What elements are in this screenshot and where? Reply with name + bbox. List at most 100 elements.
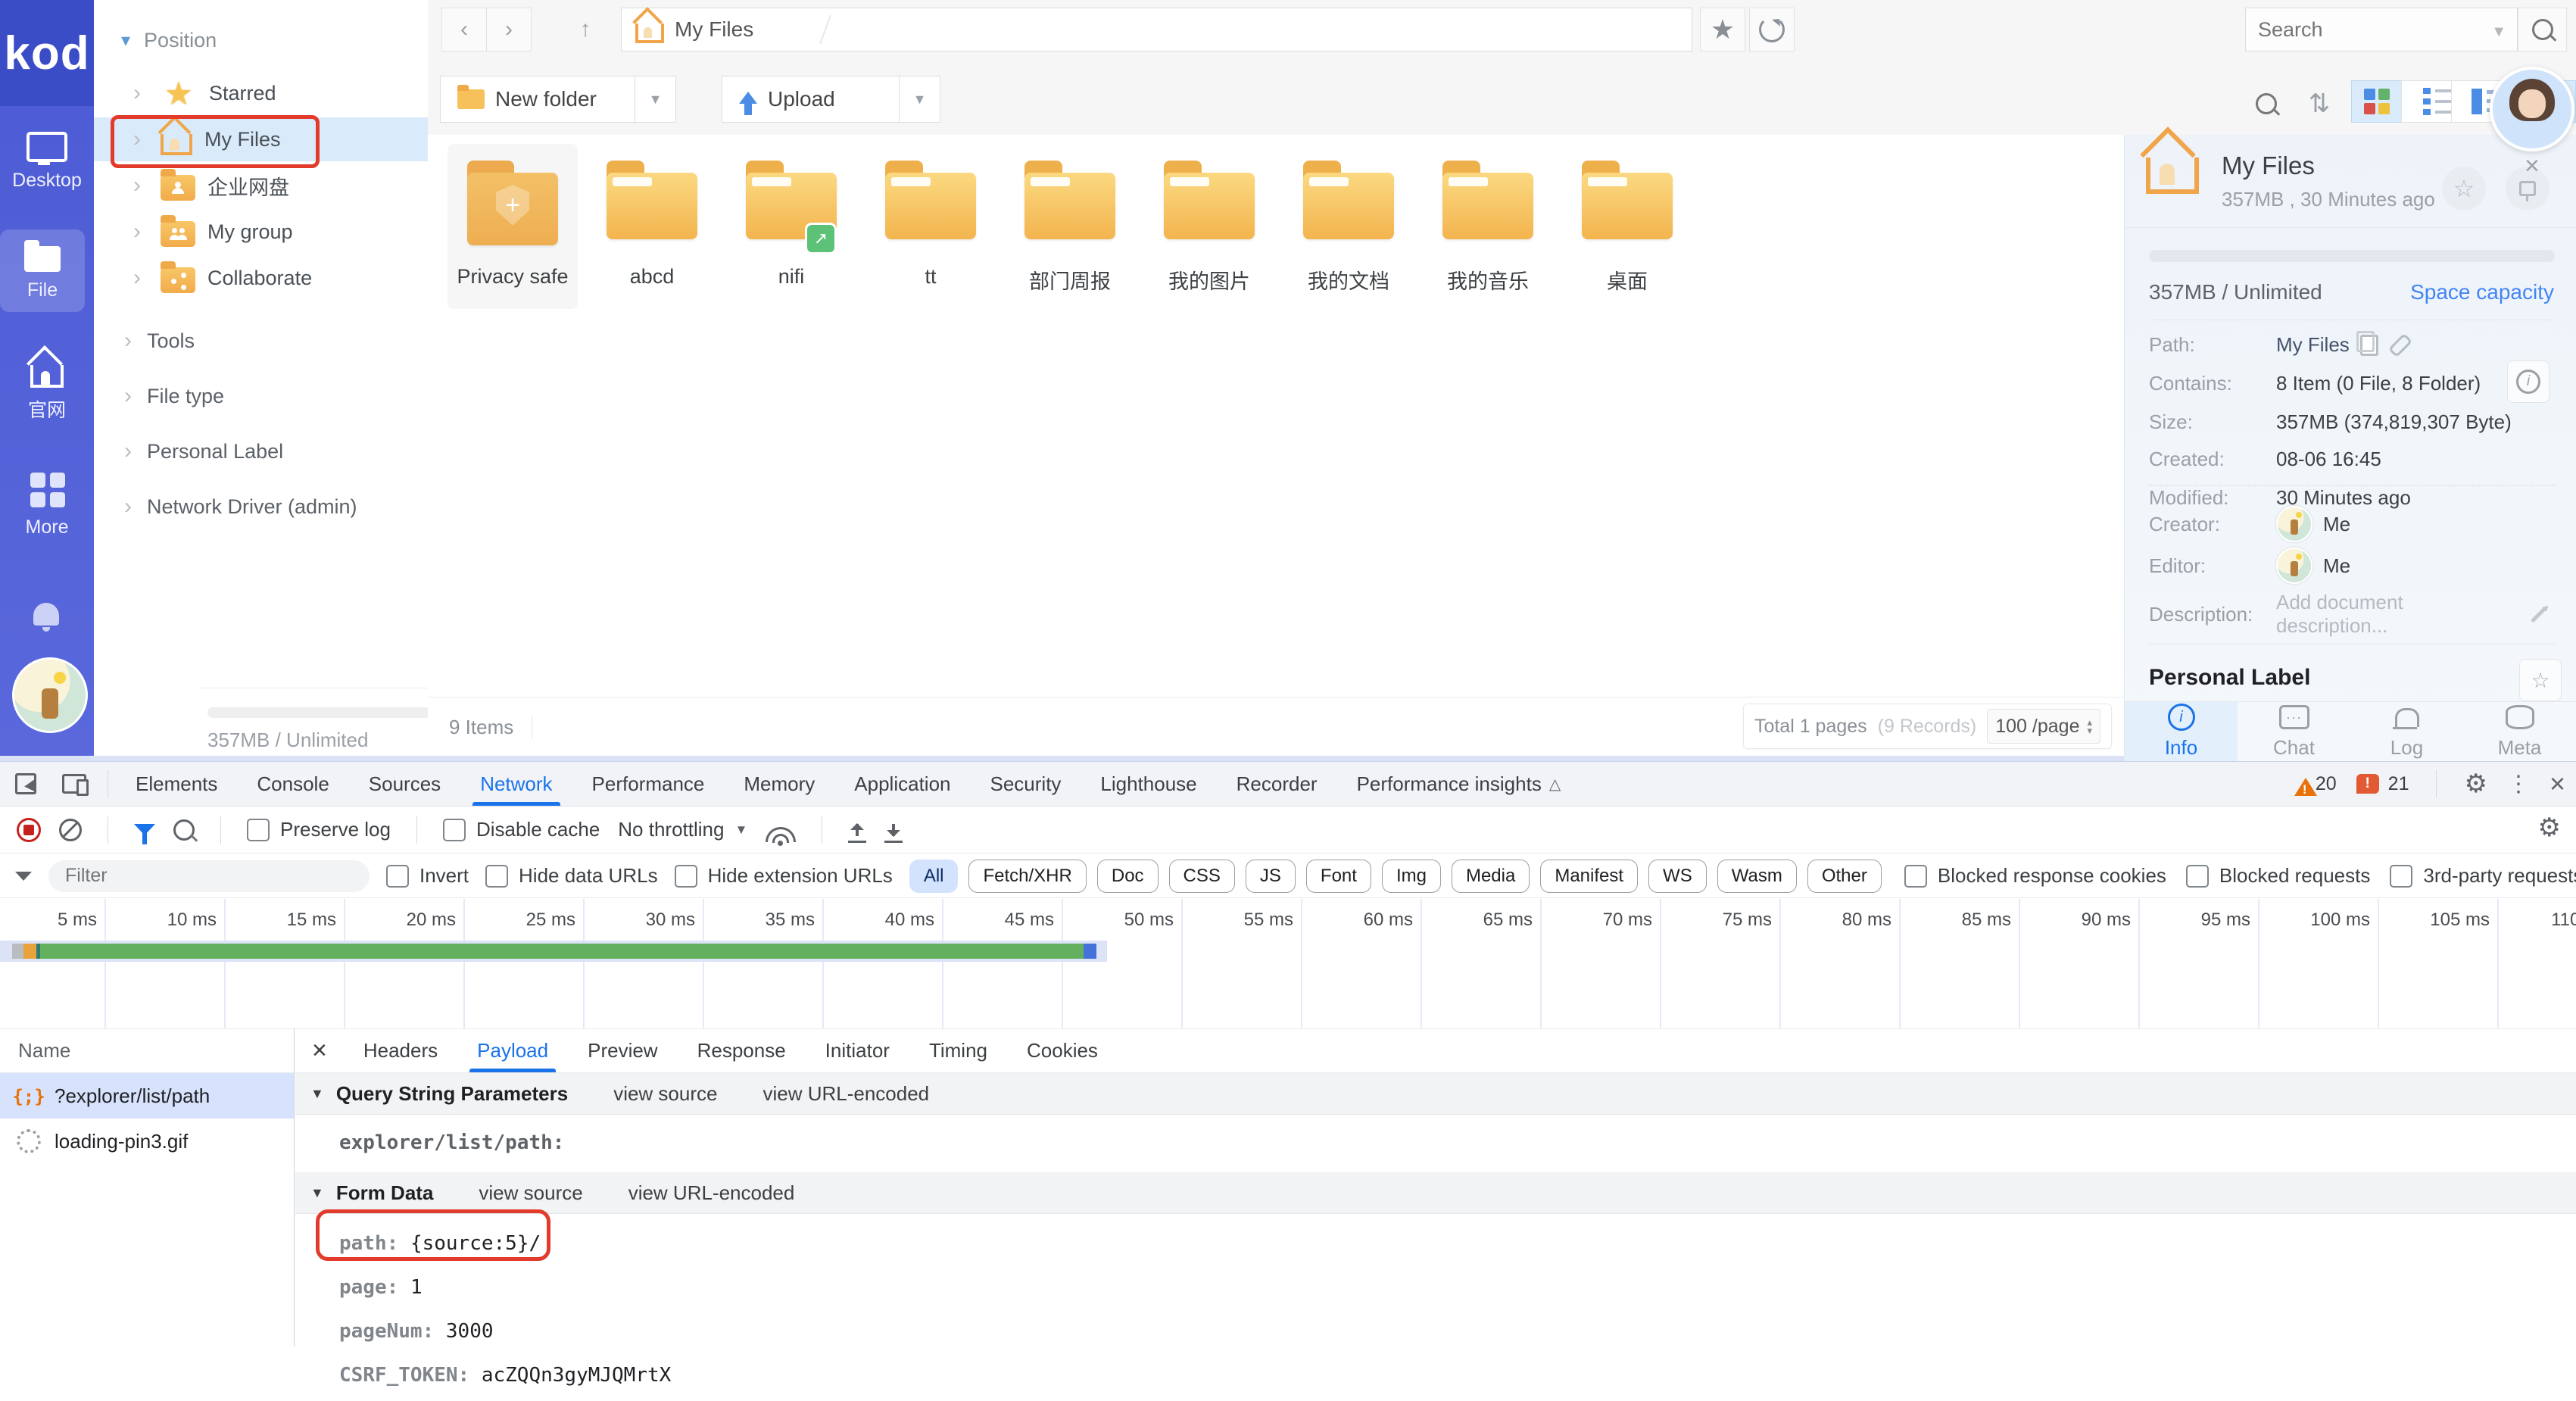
panel-tab[interactable]: Log [2350,702,2463,762]
rail-item[interactable]: More [0,460,94,549]
assistant-avatar[interactable] [2490,67,2574,151]
filter-chip[interactable]: Font [1306,860,1371,893]
devtools-tab[interactable]: Lighthouse△ [1081,762,1216,806]
new-folder-button[interactable]: New folder [440,76,635,123]
network-conditions-icon[interactable] [766,827,796,842]
devtools-tab[interactable]: Performance insights△ [1337,762,1581,806]
space-capacity-link[interactable]: Space capacity [2410,280,2554,304]
tree-header[interactable]: ▾ Position [121,29,217,52]
devtools-tab[interactable]: Initiator△ [806,1028,909,1072]
filter-chip[interactable]: Media [1452,860,1530,893]
device-toolbar-icon[interactable] [62,774,86,794]
tree-item[interactable]: › Collaborate [94,256,428,300]
devtools-tab[interactable]: Recorder△ [1217,762,1337,806]
devtools-tab[interactable]: Application△ [834,762,970,806]
search-field[interactable]: ▼ [2245,8,2518,51]
tree-section[interactable]: › File type [94,373,428,419]
request-row[interactable]: ?explorer/list/path [0,1073,294,1119]
folder-tile[interactable]: + ↗ 我的文档 [1283,144,1414,309]
edit-pencil-icon[interactable] [2531,606,2547,622]
panel-tab[interactable]: Meta [2463,702,2576,762]
view-list-button[interactable] [2401,80,2452,123]
breadcrumb[interactable]: My Files [621,8,1692,51]
chevron-right-icon[interactable]: › [133,80,148,106]
more-menu-icon[interactable]: ⋮ [2507,771,2530,797]
tree-item[interactable]: › My Files [94,117,428,161]
name-column-header[interactable]: Name [0,1028,294,1073]
collapse-caret-icon[interactable]: ▼ [310,1185,324,1201]
view-grid-button[interactable] [2351,80,2402,123]
filter-chip[interactable]: Manifest [1540,860,1638,893]
devtools-tab[interactable]: Cookies△ [1007,1028,1118,1072]
notification-bell-icon[interactable] [33,603,59,626]
panel-tab[interactable]: i Info [2125,702,2238,762]
devtools-tab[interactable]: Security△ [971,762,1081,806]
devtools-tab[interactable]: Memory△ [724,762,834,806]
forward-button[interactable]: › [486,8,532,51]
zoom-icon[interactable] [2245,85,2288,123]
search-dropdown-icon[interactable]: ▼ [2491,23,2506,41]
folder-tile[interactable]: + ↗ 部门周报 [1005,144,1135,309]
filter-chip[interactable]: Doc [1097,860,1159,893]
tree-item[interactable]: › My group [94,210,428,254]
tree-section[interactable]: › Tools [94,318,428,364]
preserve-log-checkbox[interactable]: Preserve log [247,818,391,841]
up-button[interactable]: ↑ [563,8,608,51]
contains-info-button[interactable]: i [2507,360,2549,403]
search-input[interactable] [2246,8,2479,51]
settings-gear-icon[interactable]: ⚙ [2464,769,2487,799]
search-button[interactable] [2518,8,2567,51]
copy-icon[interactable] [2360,335,2378,356]
favorite-button[interactable]: ★ [1700,8,1745,51]
devtools-tab[interactable]: Preview△ [568,1028,677,1072]
tree-item[interactable]: › Starred [94,71,428,115]
devtools-tab[interactable]: Elements△ [116,762,237,806]
inspect-element-icon[interactable] [15,773,36,794]
request-row[interactable]: loading-pin3.gif [0,1119,294,1164]
view-url-encoded-link[interactable]: view URL-encoded [628,1181,795,1205]
filter-checkbox[interactable]: Blocked response cookies [1904,864,2166,888]
folder-tile[interactable]: + ↗ 桌面 [1562,144,1692,309]
page-size-select[interactable]: 100 /page ▴▾ [1987,709,2100,744]
new-folder-dropdown[interactable]: ▼ [635,76,676,123]
filter-chip[interactable]: CSS [1169,860,1235,893]
rail-item[interactable]: Desktop [0,121,94,202]
warnings-badge[interactable]: 20 [2294,769,2337,799]
tree-section[interactable]: › Network Driver (admin) [94,484,428,529]
upload-dropdown[interactable]: ▼ [899,76,940,123]
devtools-tab[interactable]: Network△ [460,762,572,806]
link-icon[interactable] [2388,332,2413,357]
filter-chip[interactable]: Img [1382,860,1441,893]
folder-tile[interactable]: + ↗ 我的音乐 [1423,144,1553,309]
assistant-close-icon[interactable]: × [2525,151,2540,181]
throttling-select[interactable]: No throttling▼ [618,818,747,841]
favorite-button[interactable]: ☆ [2442,167,2486,211]
search-icon[interactable] [173,819,195,841]
rail-item[interactable]: File [0,229,85,312]
back-button[interactable]: ‹ [441,8,487,51]
filter-checkbox[interactable]: 3rd-party requests [2390,864,2576,888]
filter-checkbox[interactable]: Blocked requests [2186,864,2370,888]
network-timeline[interactable]: 5 ms10 ms15 ms20 ms25 ms30 ms35 ms40 ms4… [0,899,2576,1029]
chevron-right-icon[interactable]: › [133,126,148,152]
filter-chip[interactable]: Other [1807,860,1882,893]
timeline-overview-band[interactable] [0,941,1107,962]
disable-cache-checkbox[interactable]: Disable cache [443,818,600,841]
user-avatar[interactable] [12,657,88,733]
filter-chip[interactable]: WS [1648,860,1707,893]
export-har-icon[interactable] [892,824,895,836]
filter-chip[interactable]: JS [1246,860,1296,893]
import-har-icon[interactable] [856,824,859,836]
chevron-right-icon[interactable]: › [133,219,148,245]
invert-checkbox[interactable]: Invert [386,864,469,888]
view-url-encoded-link[interactable]: view URL-encoded [763,1082,929,1106]
hide-extension-urls-checkbox[interactable]: Hide extension URLs [675,864,893,888]
devtools-tab[interactable]: Response△ [678,1028,806,1072]
filter-chip[interactable]: Wasm [1717,860,1797,893]
hide-data-urls-checkbox[interactable]: Hide data URLs [485,864,658,888]
folder-tile[interactable]: + ↗ tt [865,144,996,309]
view-source-link[interactable]: view source [479,1181,582,1205]
folder-tile[interactable]: + ↗ Privacy safe [448,144,578,309]
devtools-tab[interactable]: Headers△ [344,1028,457,1072]
devtools-tab[interactable]: Sources△ [349,762,460,806]
